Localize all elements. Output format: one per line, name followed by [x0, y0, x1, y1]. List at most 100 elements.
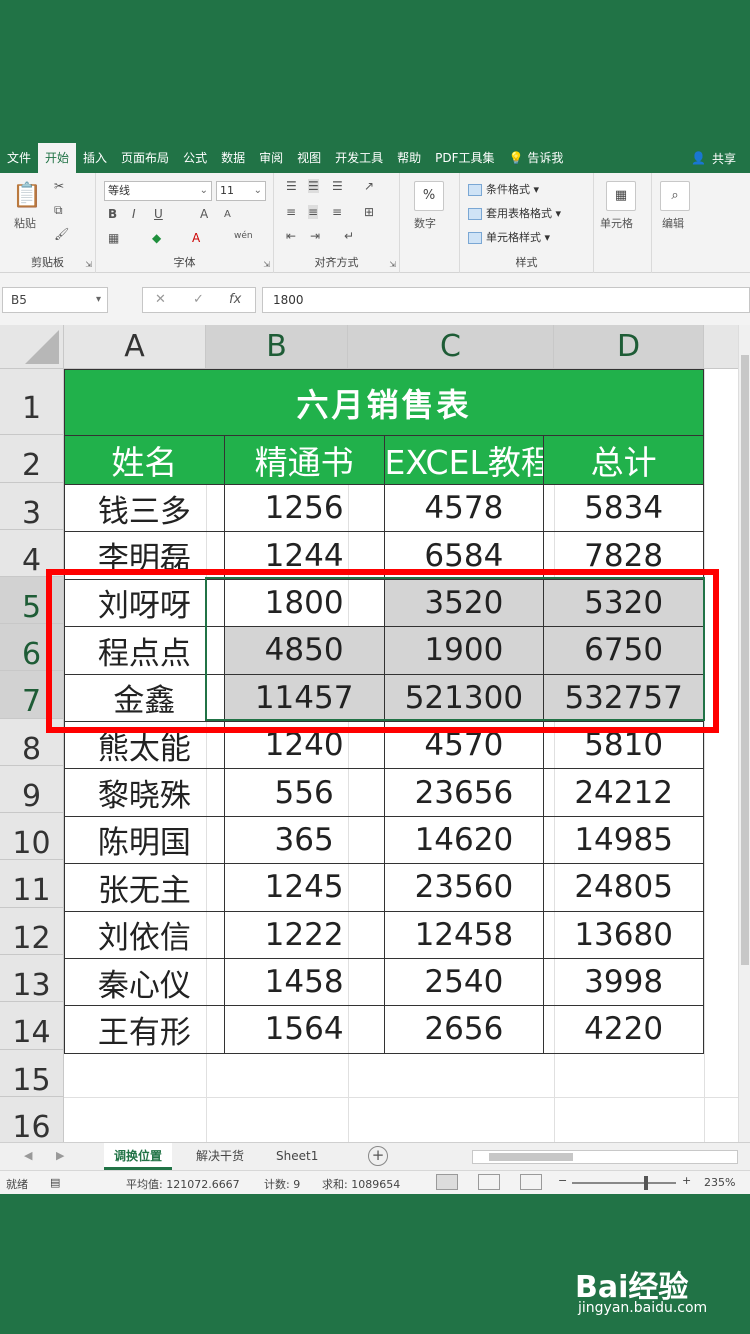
table-cell[interactable]: 532757	[543, 673, 704, 722]
row-header-3[interactable]: 3	[0, 483, 64, 531]
table-cell[interactable]: 1900	[383, 626, 545, 675]
table-cell[interactable]: 365	[223, 815, 385, 865]
table-cell[interactable]: 4220	[543, 1005, 704, 1054]
table-cell[interactable]: 7828	[543, 531, 704, 580]
column-header-b[interactable]: B	[206, 325, 348, 369]
column-header-c[interactable]: C	[348, 325, 554, 369]
row-header-6[interactable]: 6	[0, 624, 64, 672]
page-break-view-icon[interactable]	[520, 1174, 542, 1190]
worksheet-grid[interactable]: A B C D 1 2 3 4 5 6 7 8 9 10 11 12 13 14 15 16 六月销售表 姓名…	[0, 325, 750, 1142]
sheet-tab-solve[interactable]: 解决干货	[186, 1143, 254, 1170]
table-cell[interactable]: 4850	[223, 626, 385, 675]
row-header-12[interactable]: 12	[0, 908, 64, 956]
table-cell[interactable]: 王有形	[64, 1005, 225, 1054]
table-cell[interactable]: 4570	[383, 720, 545, 770]
font-launcher-icon[interactable]: ⇲	[263, 260, 270, 269]
cells-button[interactable]: 单元格	[600, 215, 633, 231]
table-cell[interactable]: 24805	[543, 863, 704, 912]
header-cell[interactable]: 姓名	[64, 435, 225, 485]
table-title[interactable]: 六月销售表	[64, 369, 704, 436]
font-color-button[interactable]: A	[192, 231, 200, 245]
formula-input[interactable]: 1800	[262, 287, 750, 313]
table-cell[interactable]: 黎晓殊	[64, 768, 225, 817]
merge-center-icon[interactable]: ⊞	[364, 205, 374, 219]
vertical-scrollbar[interactable]	[738, 325, 750, 1142]
tell-me-box[interactable]: 💡 告诉我	[502, 143, 571, 173]
increase-indent-icon[interactable]: ⇥	[310, 229, 320, 243]
italic-button[interactable]: I	[132, 207, 136, 221]
tab-insert[interactable]: 插入	[76, 143, 114, 173]
cell-styles-button[interactable]: 单元格样式 ▾	[468, 229, 550, 245]
table-cell[interactable]: 11457	[223, 673, 385, 722]
bold-button[interactable]: B	[108, 207, 117, 221]
row-header-8[interactable]: 8	[0, 719, 64, 767]
alignment-launcher-icon[interactable]: ⇲	[389, 260, 396, 269]
page-layout-view-icon[interactable]	[478, 1174, 500, 1190]
table-cell[interactable]: 金鑫	[64, 673, 225, 722]
table-cell[interactable]: 刘呀呀	[64, 578, 225, 628]
format-painter-icon[interactable]: 🖌	[54, 227, 69, 241]
table-cell[interactable]: 5834	[543, 483, 704, 533]
copy-icon[interactable]: ⧉	[54, 203, 63, 218]
align-right-icon[interactable]: ≡	[332, 205, 342, 219]
row-header-5[interactable]: 5	[0, 577, 64, 625]
percent-icon[interactable]: %	[414, 181, 444, 211]
row-header-9[interactable]: 9	[0, 766, 64, 814]
sheet-tab-sheet1[interactable]: Sheet1	[266, 1143, 328, 1170]
table-cell[interactable]: 1458	[223, 957, 385, 1007]
tab-page-layout[interactable]: 页面布局	[114, 143, 176, 173]
table-cell[interactable]: 12458	[383, 910, 545, 959]
table-cell[interactable]: 24212	[543, 768, 704, 817]
table-cell[interactable]: 1222	[223, 910, 385, 959]
horizontal-scrollbar[interactable]	[472, 1150, 738, 1164]
share-button[interactable]: 👤 共享	[685, 150, 750, 167]
align-left-icon[interactable]: ≡	[286, 205, 296, 219]
align-top-icon[interactable]: ☰	[286, 179, 297, 193]
table-cell[interactable]: 5810	[543, 720, 704, 770]
row-header-11[interactable]: 11	[0, 860, 64, 908]
insert-function-icon[interactable]: fx	[229, 288, 241, 312]
editing-button[interactable]: 编辑	[662, 215, 684, 231]
row-header-1[interactable]: 1	[0, 369, 64, 435]
table-cell[interactable]: 李明磊	[64, 531, 225, 580]
cut-icon[interactable]: ✂	[54, 179, 64, 193]
search-icon[interactable]: ⌕	[660, 181, 690, 211]
align-center-icon[interactable]: ≡	[308, 205, 319, 219]
table-cell[interactable]: 1564	[223, 1005, 385, 1054]
row-header-13[interactable]: 13	[0, 955, 64, 1003]
header-cell[interactable]: 总计	[543, 435, 704, 485]
row-header-14[interactable]: 14	[0, 1002, 64, 1050]
table-cell[interactable]: 521300	[383, 673, 545, 722]
table-cell[interactable]: 1240	[223, 720, 385, 770]
row-header-16[interactable]: 16	[0, 1097, 64, 1142]
borders-icon[interactable]: ▦	[108, 231, 119, 245]
tab-developer[interactable]: 开发工具	[328, 143, 390, 173]
tab-formulas[interactable]: 公式	[176, 143, 214, 173]
table-cell[interactable]: 熊太能	[64, 720, 225, 770]
number-button[interactable]: 数字	[414, 215, 436, 231]
conditional-format-button[interactable]: 条件格式 ▾	[468, 181, 539, 197]
prev-sheet-icon[interactable]: ◀	[24, 1149, 32, 1162]
table-cell[interactable]: 6750	[543, 626, 704, 675]
phonetic-button[interactable]: wén	[234, 231, 253, 241]
table-cell[interactable]: 程点点	[64, 626, 225, 675]
tab-help[interactable]: 帮助	[390, 143, 428, 173]
row-header-7[interactable]: 7	[0, 671, 64, 719]
table-cell[interactable]: 14985	[543, 815, 704, 865]
table-cell[interactable]: 14620	[383, 815, 545, 865]
tab-review[interactable]: 审阅	[252, 143, 290, 173]
zoom-out-button[interactable]: −	[558, 1174, 567, 1187]
table-cell[interactable]: 3520	[383, 578, 545, 628]
scrollbar-thumb[interactable]	[489, 1153, 573, 1161]
table-cell[interactable]: 3998	[543, 957, 704, 1007]
tab-data[interactable]: 数据	[214, 143, 252, 173]
table-cell[interactable]: 张无主	[64, 863, 225, 912]
underline-button[interactable]: U	[154, 207, 163, 221]
scrollbar-thumb[interactable]	[741, 355, 749, 965]
sheet-tab-swap[interactable]: 调换位置	[104, 1143, 173, 1170]
clipboard-launcher-icon[interactable]: ⇲	[85, 260, 92, 269]
table-cell[interactable]: 1800	[223, 578, 385, 628]
wrap-text-icon[interactable]: ↵	[344, 229, 354, 243]
paste-icon[interactable]: 📋	[12, 181, 42, 209]
table-cell[interactable]: 秦心仪	[64, 957, 225, 1007]
